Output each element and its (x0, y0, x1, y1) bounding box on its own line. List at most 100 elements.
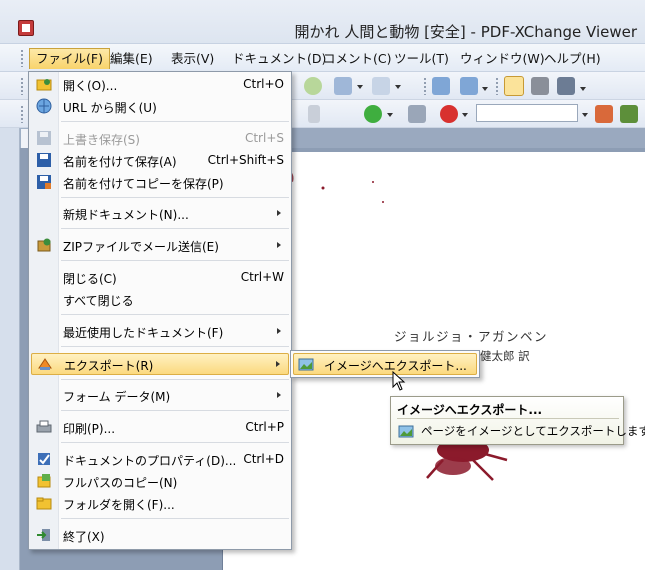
menu-separator (61, 410, 289, 411)
rotate-dropdown-icon[interactable] (482, 87, 488, 91)
export-icon (37, 356, 53, 372)
properties-icon (36, 451, 52, 467)
menu-item-label: 名前を付けてコピーを保存(P) (63, 177, 224, 191)
binoculars-icon[interactable] (408, 105, 426, 123)
menu-comment[interactable]: コメント(C) (317, 48, 397, 69)
menu-item-shortcut: Ctrl+O (243, 77, 284, 91)
menu-separator (61, 314, 289, 315)
toolbar-grip-2[interactable] (423, 77, 427, 95)
menu-tools[interactable]: ツール(T) (388, 48, 455, 69)
search-next-icon[interactable] (620, 105, 638, 123)
menu-separator (61, 379, 289, 380)
menu-file[interactable]: ファイル(F) (29, 48, 110, 69)
menu-item-label: 終了(X) (63, 530, 105, 544)
pdf-xchange-app-icon[interactable] (18, 20, 34, 36)
menu-item-label: 新規ドキュメント(N)... (63, 208, 189, 222)
copy-path-icon (36, 473, 52, 489)
menu-item-print[interactable]: 印刷(P)... Ctrl+P (31, 417, 289, 438)
export-image-icon (398, 423, 414, 439)
forward-icon[interactable] (304, 77, 322, 95)
menu-item-export-image[interactable]: イメージへエクスポート... (293, 353, 477, 375)
hand-tool-icon[interactable] (504, 76, 524, 96)
menu-item-copy-full-path[interactable]: フルパスのコピー(N) (31, 471, 289, 492)
menu-separator (61, 260, 289, 261)
side-panel-strip[interactable] (0, 128, 20, 570)
zoom-dropdown-icon[interactable] (387, 113, 393, 117)
text-select-icon[interactable] (557, 77, 575, 95)
submenu-arrow-icon (276, 361, 280, 367)
toolbar-grip-3[interactable] (495, 77, 499, 95)
menu-item-label: 開く(O)... (63, 79, 118, 93)
menu-bar: ファイル(F) 編集(E) 表示(V) ドキュメント(D) コメント(C) ツー… (0, 44, 645, 72)
menu-item-label: フォーム データ(M) (63, 390, 171, 404)
redo-dropdown-icon[interactable] (395, 85, 401, 89)
search-engine-dropdown-icon[interactable] (462, 113, 468, 117)
menu-item-label: フルパスのコピー(N) (63, 476, 178, 490)
undo-icon[interactable] (334, 77, 352, 95)
menu-item-form-data[interactable]: フォーム データ(M) (31, 385, 289, 406)
menu-help[interactable]: ヘルプ(H) (538, 48, 607, 69)
menu-window[interactable]: ウィンドウ(W) (454, 48, 551, 69)
menu-item-save-as[interactable]: 名前を付けて保存(A) Ctrl+Shift+S (31, 150, 289, 171)
menu-item-shortcut: Ctrl+S (244, 131, 284, 145)
globe-icon (36, 98, 52, 114)
tooltip-description: ページをイメージとしてエクスポートします... (421, 424, 645, 438)
menubar-grip[interactable] (20, 49, 24, 67)
menu-item-open[interactable]: 開く(O)... Ctrl+O (31, 74, 289, 95)
menu-item-label: URL から開く(U) (63, 101, 157, 115)
select-dropdown-icon[interactable] (580, 87, 586, 91)
zoom-slider-handle-icon[interactable] (308, 105, 320, 123)
snapshot-camera-icon[interactable] (531, 77, 549, 95)
save-as-icon (36, 152, 52, 168)
menu-separator (61, 228, 289, 229)
menu-item-label: すべて閉じる (63, 294, 134, 308)
menu-item-shortcut: Ctrl+W (240, 270, 284, 284)
menu-item-document-properties[interactable]: ドキュメントのプロパティ(D)... Ctrl+D (31, 449, 289, 470)
toolbar-grip[interactable] (20, 77, 24, 95)
menu-item-zip-mail[interactable]: ZIPファイルでメール送信(E) (31, 235, 289, 256)
export-image-icon (298, 356, 314, 372)
window-title: 開かれ 人間と動物 [安全] - PDF-XChange Viewer (294, 23, 637, 41)
tooltip-title: イメージへエクスポート... (397, 403, 543, 417)
zoom-in-icon[interactable] (364, 105, 382, 123)
submenu-arrow-icon (277, 392, 281, 398)
menu-item-label: ドキュメントのプロパティ(D)... (63, 454, 237, 468)
menu-edit[interactable]: 編集(E) (104, 48, 159, 69)
menu-item-label: ZIPファイルでメール送信(E) (63, 240, 219, 254)
submenu-arrow-icon (277, 210, 281, 216)
menu-item-open-folder[interactable]: フォルダを開く(F)... (31, 493, 289, 514)
undo-dropdown-icon[interactable] (357, 85, 363, 89)
submenu-arrow-icon (277, 328, 281, 334)
menu-item-label: 最近使用したドキュメント(F) (63, 326, 224, 340)
menu-view[interactable]: 表示(V) (165, 48, 220, 69)
menu-item-save-copy[interactable]: 名前を付けてコピーを保存(P) (31, 172, 289, 193)
menu-item-exit[interactable]: 終了(X) (31, 525, 289, 546)
search-input[interactable] (476, 104, 578, 122)
menu-item-save[interactable]: 上書き保存(S) Ctrl+S (31, 128, 289, 149)
menu-separator (61, 346, 289, 347)
search-box-dropdown-icon[interactable] (582, 113, 588, 117)
menu-item-close-all[interactable]: すべて閉じる (31, 289, 289, 310)
menu-item-new-document[interactable]: 新規ドキュメント(N)... (31, 203, 289, 224)
menu-item-label: 名前を付けて保存(A) (63, 155, 177, 169)
submenu-arrow-icon (277, 242, 281, 248)
redo-icon[interactable] (372, 77, 390, 95)
menu-item-recent-documents[interactable]: 最近使用したドキュメント(F) (31, 321, 289, 342)
rotate-right-icon[interactable] (460, 77, 478, 95)
ask-search-icon[interactable] (440, 105, 458, 123)
exit-icon (36, 527, 52, 543)
rotate-left-icon[interactable] (432, 77, 450, 95)
menu-item-close[interactable]: 閉じる(C) Ctrl+W (31, 267, 289, 288)
search-prev-icon[interactable] (595, 105, 613, 123)
menu-separator (61, 518, 289, 519)
author-name: ジョルジョ・アガンベン (394, 329, 549, 344)
tooltip-separator (397, 418, 619, 419)
open-folder-icon (36, 76, 52, 92)
menu-separator (61, 121, 289, 122)
export-image-tooltip: イメージへエクスポート... ページをイメージとしてエクスポートします... (390, 396, 645, 445)
menu-item-export[interactable]: エクスポート(R) (31, 353, 289, 375)
folder-icon (36, 495, 52, 511)
menu-item-label: フォルダを開く(F)... (63, 498, 175, 512)
menu-item-open-url[interactable]: URL から開く(U) (31, 96, 289, 117)
toolbar-grip-4[interactable] (20, 105, 24, 123)
